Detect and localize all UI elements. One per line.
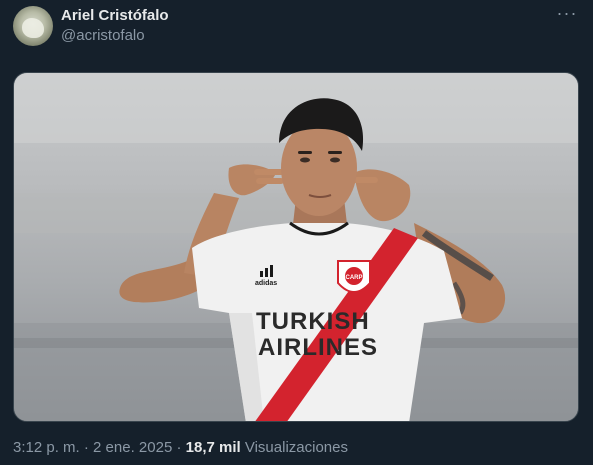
views-label: Visualizaciones xyxy=(244,439,348,456)
tweet-date[interactable]: 2 ene. 2025 xyxy=(93,439,172,456)
author-handle[interactable]: @acristofalo xyxy=(61,26,169,46)
sponsor-line-2: AIRLINES xyxy=(258,334,378,361)
tweet-media-photo[interactable]: adidas CARP TURKISH AIRLINES xyxy=(13,72,579,422)
club-crest: CARP xyxy=(337,260,371,293)
player-photo: adidas CARP TURKISH AIRLINES xyxy=(14,73,578,421)
author-display-name[interactable]: Ariel Cristófalo xyxy=(61,6,169,26)
tweet-time[interactable]: 3:12 p. m. xyxy=(13,439,80,456)
separator: · xyxy=(79,439,94,456)
avatar-image xyxy=(22,18,44,38)
separator: · xyxy=(172,439,186,456)
sponsor-line-1: TURKISH xyxy=(256,308,370,335)
tweet-metadata: 3:12 p. m. · 2 ene. 2025 · 18,7 mil Visu… xyxy=(13,438,348,458)
tweet-header: Ariel Cristófalo @acristofalo ··· xyxy=(0,0,593,60)
author-block: Ariel Cristófalo @acristofalo xyxy=(61,6,169,46)
avatar[interactable] xyxy=(13,6,53,46)
jersey-brand: adidas xyxy=(255,280,277,287)
views-count: 18,7 mil xyxy=(185,439,241,456)
more-options-icon[interactable]: ··· xyxy=(555,4,579,26)
crest-text: CARP xyxy=(345,275,362,281)
